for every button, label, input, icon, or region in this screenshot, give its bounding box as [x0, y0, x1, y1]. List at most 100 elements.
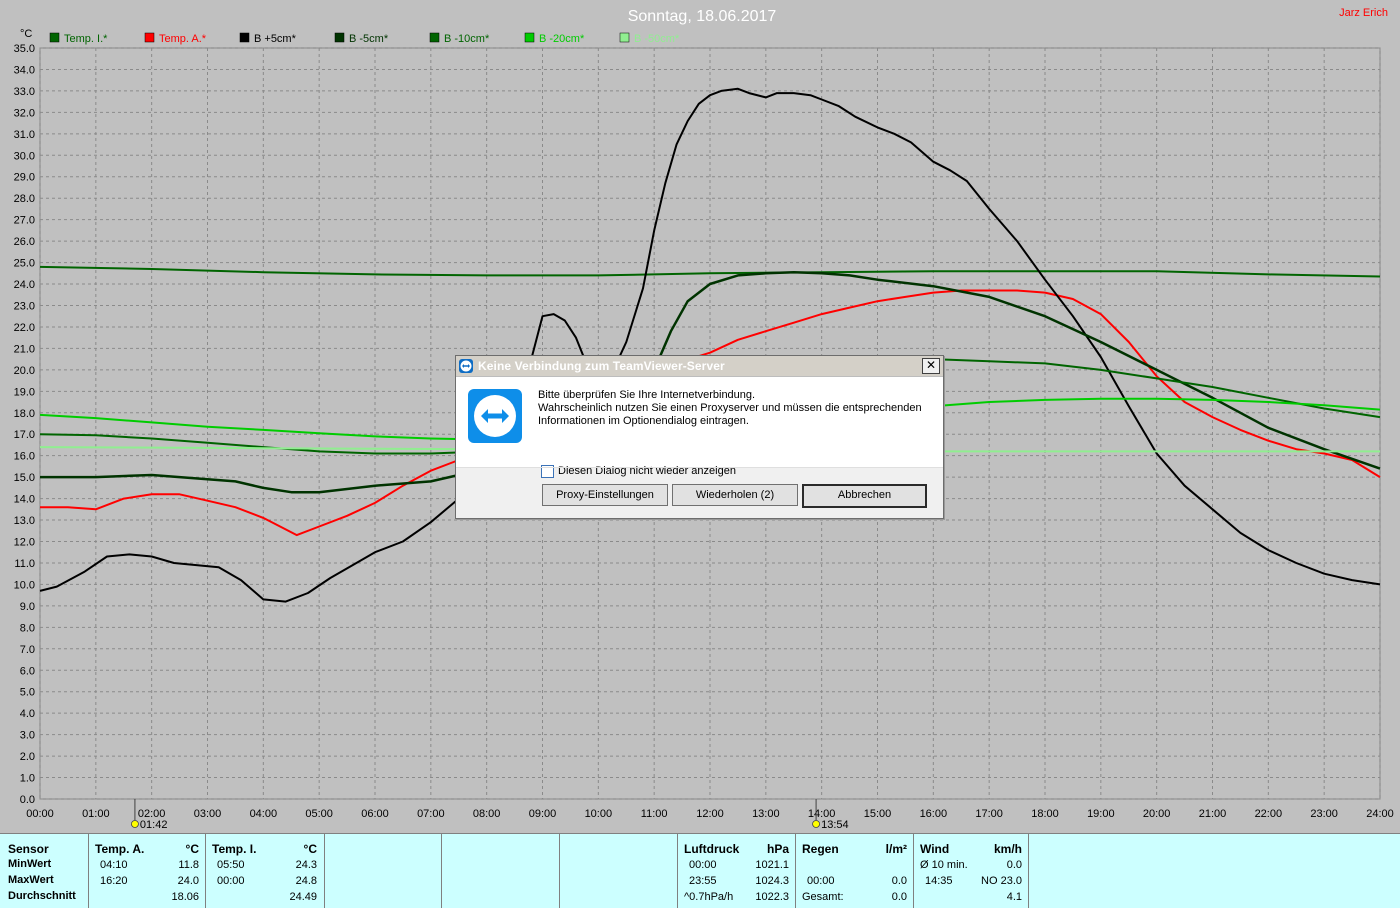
y-tick-label: 9.0	[20, 601, 35, 613]
x-tick-label: 03:00	[194, 808, 222, 820]
y-tick-label: 0.0	[20, 794, 35, 806]
dialog-message-line2: Wahrscheinlich nutzen Sie einen Proxyser…	[538, 402, 922, 414]
x-tick-label: 00:00	[26, 808, 54, 820]
noon-label: 13:54	[821, 819, 849, 831]
y-tick-label: 17.0	[14, 429, 35, 441]
y-tick-label: 27.0	[14, 215, 35, 227]
dialog-titlebar[interactable]: Keine Verbindung zum TeamViewer-Server ✕	[456, 356, 943, 377]
legend-label: Temp. I.*	[64, 33, 108, 45]
empty-column-2	[441, 834, 560, 908]
y-tick-label: 20.0	[14, 365, 35, 377]
y-tick-label: 35.0	[14, 43, 35, 55]
pressure-max-time: 23:55	[689, 875, 717, 887]
legend-swatch	[334, 32, 345, 43]
y-axis-unit: °C	[20, 28, 32, 40]
y-tick-label: 7.0	[20, 644, 35, 656]
y-tick-label: 26.0	[14, 236, 35, 248]
wind-max-value: NO 23.0	[981, 875, 1022, 887]
pressure-max-value: 1024.3	[755, 875, 789, 887]
temp-i-avg: 24.49	[289, 891, 317, 903]
x-tick-label: 12:00	[696, 808, 724, 820]
y-tick-label: 11.0	[14, 558, 35, 570]
y-tick-label: 5.0	[20, 687, 35, 699]
temp-a-unit: °C	[185, 842, 199, 856]
temp-a-avg: 18.06	[171, 891, 199, 903]
empty-column-3	[559, 834, 678, 908]
temp-a-max-value: 24.0	[177, 875, 199, 887]
sunrise-sun-icon	[131, 820, 139, 828]
min-label: MinWert	[8, 858, 52, 870]
noon-sun-icon	[812, 820, 820, 828]
x-tick-label: 07:00	[417, 808, 445, 820]
cancel-button[interactable]: Abbrechen	[802, 484, 927, 508]
x-tick-label: 01:00	[82, 808, 110, 820]
teamviewer-logo-icon	[468, 389, 522, 443]
legend-label: B -20cm*	[539, 33, 585, 45]
x-tick-label: 13:00	[752, 808, 780, 820]
legend-label: B +5cm*	[254, 33, 297, 45]
x-tick-label: 19:00	[1087, 808, 1115, 820]
y-tick-label: 22.0	[14, 322, 35, 334]
stats-labels-column: Sensor MinWert MaxWert Durchschnitt	[0, 834, 89, 908]
y-tick-label: 21.0	[14, 343, 35, 355]
y-tick-label: 3.0	[20, 730, 35, 742]
rain-column: Regen l/m² 00:00 0.0 Gesamt: 0.0	[795, 834, 914, 908]
pressure-min-value: 1021.1	[755, 859, 789, 871]
rain-total-label: Gesamt:	[802, 891, 844, 903]
wind-avg-label: Ø 10 min.	[920, 859, 968, 871]
temp-a-max-time: 16:20	[100, 875, 128, 887]
dialog-title: Keine Verbindung zum TeamViewer-Server	[478, 359, 725, 373]
wind-unit: km/h	[993, 842, 1022, 856]
y-tick-label: 12.0	[14, 537, 35, 549]
pressure-column: Luftdruck hPa 00:00 1021.1 23:55 1024.3 …	[677, 834, 796, 908]
y-tick-label: 31.0	[14, 129, 35, 141]
y-tick-label: 15.0	[14, 472, 35, 484]
wind-column: Wind km/h Ø 10 min. 0.0 14:35 NO 23.0 4.…	[913, 834, 1029, 908]
legend-swatch	[49, 32, 60, 43]
x-tick-label: 24:00	[1366, 808, 1394, 820]
y-tick-label: 13.0	[14, 515, 35, 527]
legend-swatch	[429, 32, 440, 43]
temp-i-max-value: 24.8	[295, 875, 317, 887]
y-tick-label: 28.0	[14, 193, 35, 205]
dialog-message-line3: Informationen im Optionendialog eintrage…	[538, 415, 749, 427]
teamviewer-dialog: Keine Verbindung zum TeamViewer-Server ✕…	[455, 355, 944, 519]
temp-i-max-time: 00:00	[217, 875, 245, 887]
y-tick-label: 14.0	[14, 494, 35, 506]
x-tick-label: 11:00	[641, 808, 668, 820]
close-button[interactable]: ✕	[922, 358, 940, 374]
x-tick-label: 21:00	[1199, 808, 1227, 820]
legend-swatch	[619, 32, 630, 43]
x-tick-label: 10:00	[585, 808, 613, 820]
pressure-trend: ^0.7hPa/h	[684, 891, 734, 903]
x-tick-label: 06:00	[361, 808, 389, 820]
legend-label: B -5cm*	[349, 33, 389, 45]
rain-unit: l/m²	[885, 842, 907, 856]
x-tick-label: 18:00	[1031, 808, 1059, 820]
x-tick-label: 09:00	[529, 808, 557, 820]
y-tick-label: 6.0	[20, 665, 35, 677]
author-label: Jarz Erich	[1339, 7, 1388, 19]
pressure-unit: hPa	[766, 842, 789, 856]
x-tick-label: 15:00	[864, 808, 892, 820]
wind-header: Wind	[920, 842, 950, 856]
empty-column-1	[324, 834, 442, 908]
pressure-trend-value: 1022.3	[755, 891, 789, 903]
temp-a-header: Temp. A.	[95, 842, 145, 856]
x-tick-label: 17:00	[975, 808, 1003, 820]
wind-avg-value: 0.0	[1006, 859, 1022, 871]
proxy-settings-button[interactable]: Proxy-Einstellungen	[542, 484, 668, 506]
retry-button[interactable]: Wiederholen (2)	[672, 484, 798, 506]
teamviewer-small-icon	[459, 359, 473, 373]
y-tick-label: 1.0	[20, 773, 35, 785]
y-tick-label: 18.0	[14, 408, 35, 420]
x-tick-label: 23:00	[1310, 808, 1338, 820]
x-tick-label: 08:00	[473, 808, 501, 820]
x-tick-label: 05:00	[305, 808, 333, 820]
legend-label: B -50cm*	[634, 33, 680, 45]
statistics-panel: Sensor MinWert MaxWert Durchschnitt Temp…	[0, 833, 1400, 908]
temp-a-column: Temp. A. °C 04:10 11.8 16:20 24.0 18.06	[88, 834, 206, 908]
avg-label: Durchschnitt	[8, 890, 76, 902]
dialog-body: Bitte überprüfen Sie Ihre Internetverbin…	[456, 377, 943, 478]
chart-title: Sonntag, 18.06.2017	[628, 8, 777, 25]
